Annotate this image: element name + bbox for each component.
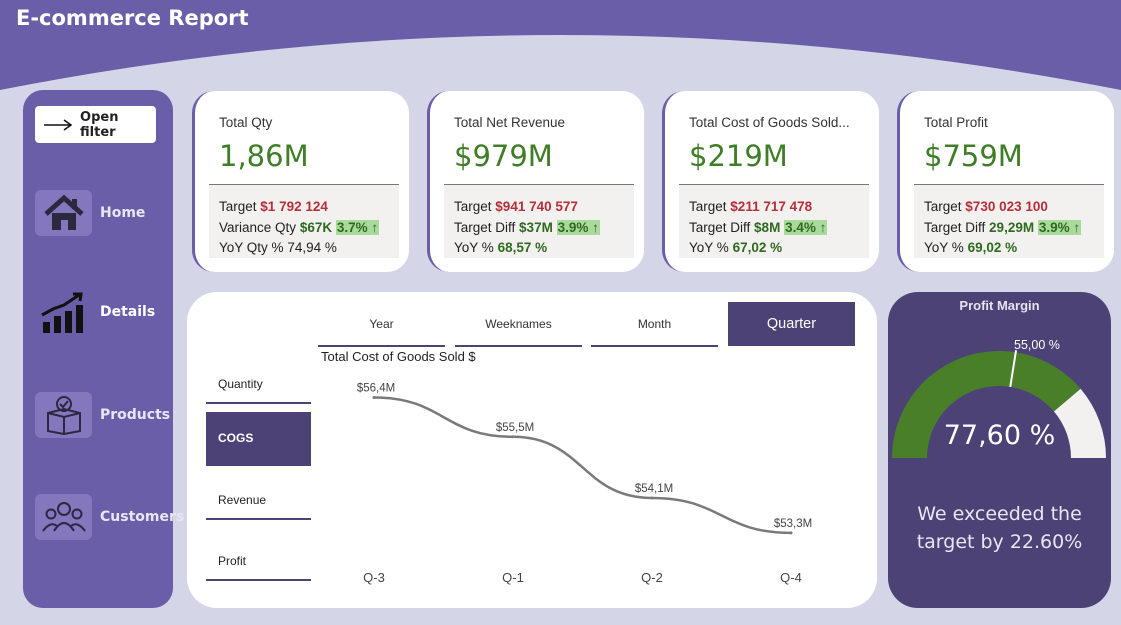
x-tick-label: Q-1 bbox=[502, 570, 524, 585]
page-title: E-commerce Report bbox=[16, 6, 249, 30]
kpi-yoy-value: 74,94 % bbox=[287, 240, 337, 255]
kpi-value: 1,86M bbox=[219, 139, 309, 173]
kpi-title: Total Qty bbox=[219, 115, 273, 130]
tab-year[interactable]: Year bbox=[318, 302, 445, 347]
kpi-target-value: $941 740 577 bbox=[495, 199, 578, 214]
data-label: $53,3M bbox=[774, 518, 812, 530]
kpi-title: Total Net Revenue bbox=[454, 115, 566, 130]
kpi-value: $979M bbox=[454, 139, 553, 173]
kpi-card-net-revenue: Total Net Revenue $979M Target $941 740 … bbox=[427, 91, 644, 272]
product-box-icon bbox=[35, 392, 92, 438]
kpi-title: Total Cost of Goods Sold... bbox=[689, 115, 850, 130]
home-icon bbox=[35, 190, 92, 236]
kpi-yoy-label: YoY % bbox=[454, 240, 494, 255]
kpi-diff-value: $37M bbox=[519, 219, 553, 235]
arrow-right-icon bbox=[44, 118, 73, 131]
kpi-diff-value: 29,29M bbox=[989, 219, 1035, 235]
tab-quarter[interactable]: Quarter bbox=[728, 302, 855, 346]
kpi-yoy-label: YoY % bbox=[924, 240, 964, 255]
data-label: $54,1M bbox=[635, 483, 673, 495]
kpi-yoy-value: 68,57 % bbox=[497, 240, 548, 255]
kpi-detail-box: Target $941 740 577 Target Diff $37M 3.9… bbox=[444, 184, 634, 258]
data-point bbox=[511, 435, 515, 439]
arrow-up-icon: ↑ bbox=[592, 219, 599, 235]
nav-item-products[interactable]: Products bbox=[35, 392, 170, 438]
open-filter-label: Open filter bbox=[80, 109, 119, 140]
kpi-target-label: Target bbox=[219, 199, 257, 214]
sidebar: Open filter Home Details Products Custom… bbox=[23, 90, 184, 608]
kpi-detail-box: Target $1 792 124 Variance Qty $67K 3.7%… bbox=[209, 184, 399, 258]
gauge-message: We exceeded the target by 22.60% bbox=[916, 503, 1083, 553]
arrow-up-icon: ↑ bbox=[819, 219, 827, 235]
kpi-target-label: Target bbox=[454, 199, 492, 214]
kpi-target-label: Target bbox=[924, 199, 962, 214]
kpi-card-total-profit: Total Profit $759M Target $730 023 100 T… bbox=[897, 91, 1114, 272]
x-tick-label: Q-4 bbox=[780, 570, 802, 585]
kpi-target-value: $730 023 100 bbox=[965, 199, 1048, 214]
data-label: $56,4M bbox=[357, 382, 395, 394]
open-filter-button[interactable]: Open filter bbox=[35, 106, 156, 143]
tab-month[interactable]: Month bbox=[591, 302, 718, 347]
side-tab-profit[interactable]: Profit bbox=[206, 543, 311, 581]
kpi-yoy-label: YoY % bbox=[689, 240, 729, 255]
chart-card: Year Weeknames Month Quarter Quantity CO… bbox=[187, 292, 877, 608]
nav-item-customers[interactable]: Customers bbox=[35, 494, 184, 540]
customers-icon bbox=[35, 494, 92, 540]
side-tab-revenue[interactable]: Revenue bbox=[206, 482, 311, 520]
kpi-yoy-label: YoY Qty % bbox=[219, 240, 284, 255]
kpi-diff-pct: 3.4% ↑ bbox=[784, 219, 828, 235]
kpi-diff-label: Target Diff bbox=[924, 219, 986, 235]
kpi-value: $759M bbox=[924, 139, 1023, 173]
kpi-yoy-value: 67,02 % bbox=[732, 240, 783, 255]
bar-chart-icon bbox=[35, 289, 92, 335]
x-tick-label: Q-3 bbox=[363, 570, 385, 585]
kpi-title: Total Profit bbox=[924, 115, 988, 130]
kpi-card-total-qty: Total Qty 1,86M Target $1 792 124 Varian… bbox=[192, 91, 409, 272]
kpi-detail-box: Target $211 717 478 Target Diff $8M 3.4%… bbox=[679, 184, 869, 258]
kpi-diff-label: Target Diff bbox=[454, 219, 516, 235]
kpi-detail-box: Target $730 023 100 Target Diff 29,29M 3… bbox=[914, 184, 1104, 258]
arrow-up-icon: ↑ bbox=[1073, 219, 1081, 235]
nav-label-customers: Customers bbox=[100, 509, 185, 525]
gauge-title: Profit Margin bbox=[959, 298, 1040, 313]
kpi-diff-pct: 3.9% ↑ bbox=[556, 219, 600, 235]
arrow-up-icon: ↑ bbox=[371, 219, 379, 235]
data-point bbox=[789, 531, 793, 535]
kpi-diff-value: $8M bbox=[754, 219, 781, 235]
line-chart: $56,4M Q-3 $55,5M Q-1 $54,1M Q-2 $53,3M Q-4 bbox=[357, 382, 812, 585]
kpi-target-label: Target bbox=[689, 199, 727, 214]
kpi-target-value: $1 792 124 bbox=[260, 199, 328, 214]
data-point bbox=[650, 496, 654, 500]
kpi-card-cogs: Total Cost of Goods Sold... $219M Target… bbox=[662, 91, 879, 272]
kpi-diff-value: $67K bbox=[299, 219, 333, 235]
nav-item-home[interactable]: Home bbox=[35, 190, 145, 236]
profit-margin-card: Profit Margin 55,00 % 77,60 % We exceede… bbox=[888, 292, 1111, 608]
chart-title: Total Cost of Goods Sold $ bbox=[321, 349, 476, 364]
nav-item-details[interactable]: Details bbox=[35, 289, 155, 335]
kpi-diff-label: Variance Qty bbox=[219, 219, 297, 235]
nav-label-home: Home bbox=[100, 205, 146, 221]
gauge-value: 77,60 % bbox=[943, 420, 1056, 451]
kpi-yoy-value: 69,02 % bbox=[967, 240, 1018, 255]
series-line bbox=[373, 396, 792, 535]
kpi-diff-label: Target Diff bbox=[689, 219, 751, 235]
kpi-target-value: $211 717 478 bbox=[730, 199, 813, 214]
nav-label-products: Products bbox=[100, 407, 171, 423]
side-tab-quantity[interactable]: Quantity bbox=[206, 366, 311, 404]
tab-weeknames[interactable]: Weeknames bbox=[455, 302, 582, 347]
side-tab-cogs[interactable]: COGS bbox=[206, 412, 311, 466]
kpi-value: $219M bbox=[689, 139, 788, 173]
kpi-diff-pct: 3.7% ↑ bbox=[335, 219, 380, 235]
kpi-diff-pct: 3.9% ↑ bbox=[1037, 219, 1082, 235]
nav-label-details: Details bbox=[100, 304, 156, 320]
x-tick-label: Q-2 bbox=[641, 570, 663, 585]
data-label: $55,5M bbox=[496, 422, 534, 434]
data-point bbox=[372, 395, 376, 399]
